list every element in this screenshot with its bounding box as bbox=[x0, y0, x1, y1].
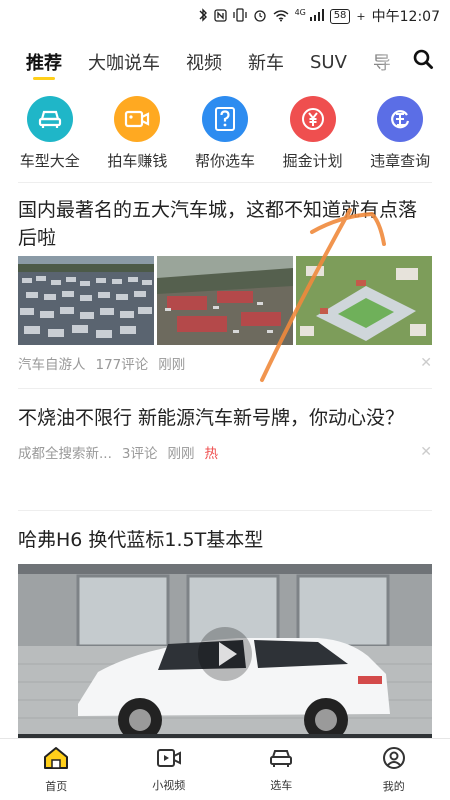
nfc-icon bbox=[213, 8, 227, 24]
article-card-3[interactable]: 哈弗H6 换代蓝标1.5T基本型 bbox=[18, 526, 432, 744]
tab-new-car[interactable]: 新车 bbox=[248, 40, 284, 84]
divider bbox=[18, 182, 432, 183]
article-source: 汽车自游人 bbox=[18, 357, 86, 373]
search-button[interactable] bbox=[410, 48, 436, 74]
article-thumbnail-aerial-complex bbox=[296, 256, 432, 345]
signal-icon: 4G bbox=[295, 9, 324, 23]
car-icon bbox=[26, 96, 73, 142]
article-card-2[interactable]: 不烧油不限行 新能源汽车新号牌，你动心没？ 成都全搜索新... 3评论 刚刚 热… bbox=[18, 404, 432, 462]
tab-video[interactable]: 视频 bbox=[186, 40, 222, 84]
quick-violations[interactable]: 违章查询 bbox=[358, 96, 442, 176]
question-icon bbox=[201, 96, 248, 142]
article-card-1[interactable]: 国内最著名的五大汽车城，这都不知道就有点落后啦 汽车自游人 177评论 刚刚 ✕ bbox=[18, 196, 432, 373]
divider bbox=[18, 510, 432, 511]
network-type-label: 4G bbox=[294, 8, 306, 17]
article-comments: 177评论 bbox=[95, 357, 149, 373]
nav-short-video[interactable]: 小视频 bbox=[113, 739, 226, 800]
article-thumbnails bbox=[18, 256, 432, 345]
article-source: 成都全搜索新... bbox=[18, 446, 112, 462]
battery-level: 58 bbox=[333, 10, 347, 21]
tab-recommend[interactable]: 推荐 bbox=[26, 40, 62, 84]
hot-badge: 热 bbox=[204, 446, 218, 462]
nav-label: 小视频 bbox=[152, 778, 186, 792]
charging-icon: + bbox=[356, 9, 366, 23]
status-bar: 4G 58 + 中午12:07 bbox=[0, 0, 450, 32]
nav-car-select[interactable]: 选车 bbox=[225, 739, 338, 800]
quick-label: 违章查询 bbox=[370, 152, 431, 170]
search-icon bbox=[412, 48, 434, 74]
divider bbox=[18, 388, 432, 389]
dismiss-icon[interactable]: ✕ bbox=[420, 355, 432, 371]
quick-label: 车型大全 bbox=[19, 152, 80, 170]
alarm-icon bbox=[253, 8, 267, 24]
home-icon bbox=[43, 746, 69, 774]
article-thumbnail-car-city bbox=[157, 256, 293, 345]
nav-home[interactable]: 首页 bbox=[0, 739, 113, 800]
quick-gold-plan[interactable]: 掘金计划 bbox=[271, 96, 355, 176]
bluetooth-icon bbox=[198, 8, 208, 24]
bottom-nav: 首页 小视频 选车 我的 bbox=[0, 738, 450, 800]
article-thumbnail-parking-lot bbox=[18, 256, 154, 345]
article-title[interactable]: 不烧油不限行 新能源汽车新号牌，你动心没？ bbox=[18, 404, 432, 432]
play-button[interactable] bbox=[198, 627, 252, 681]
wifi-icon bbox=[273, 9, 289, 24]
quick-label: 掘金计划 bbox=[282, 152, 343, 170]
video-camera-icon bbox=[114, 96, 161, 142]
article-title[interactable]: 国内最著名的五大汽车城，这都不知道就有点落后啦 bbox=[18, 196, 432, 252]
nav-label: 首页 bbox=[45, 779, 68, 793]
yen-icon bbox=[289, 96, 336, 142]
quick-car-models[interactable]: 车型大全 bbox=[8, 96, 92, 176]
vibrate-icon bbox=[232, 8, 247, 24]
profile-icon bbox=[382, 746, 406, 774]
dismiss-icon[interactable]: ✕ bbox=[420, 444, 432, 460]
article-title[interactable]: 哈弗H6 换代蓝标1.5T基本型 bbox=[18, 526, 432, 554]
video-thumbnail[interactable] bbox=[18, 564, 432, 744]
battery-indicator: 58 bbox=[329, 8, 351, 24]
quick-actions: 车型大全 拍车赚钱 帮你选车 掘金计划 违章查询 bbox=[0, 96, 450, 176]
quick-label: 拍车赚钱 bbox=[107, 152, 168, 170]
article-meta: 成都全搜索新... 3评论 刚刚 热 ✕ bbox=[18, 442, 432, 462]
quick-choose-car[interactable]: 帮你选车 bbox=[183, 96, 267, 176]
traffic-ticket-icon bbox=[377, 96, 424, 142]
tab-suv[interactable]: SUV bbox=[310, 40, 347, 84]
car-select-icon bbox=[268, 747, 294, 773]
quick-shoot-earn[interactable]: 拍车赚钱 bbox=[95, 96, 179, 176]
nav-label: 选车 bbox=[270, 778, 293, 792]
article-comments: 3评论 bbox=[121, 446, 158, 462]
quick-label: 帮你选车 bbox=[194, 152, 255, 170]
short-video-icon bbox=[156, 747, 182, 773]
article-time: 刚刚 bbox=[167, 446, 195, 462]
nav-profile[interactable]: 我的 bbox=[338, 739, 450, 800]
article-time: 刚刚 bbox=[158, 357, 186, 373]
article-meta: 汽车自游人 177评论 刚刚 ✕ bbox=[18, 353, 432, 373]
status-time: 中午12:07 bbox=[371, 9, 440, 25]
tab-experts[interactable]: 大咖说车 bbox=[88, 40, 160, 84]
nav-label: 我的 bbox=[382, 779, 405, 793]
